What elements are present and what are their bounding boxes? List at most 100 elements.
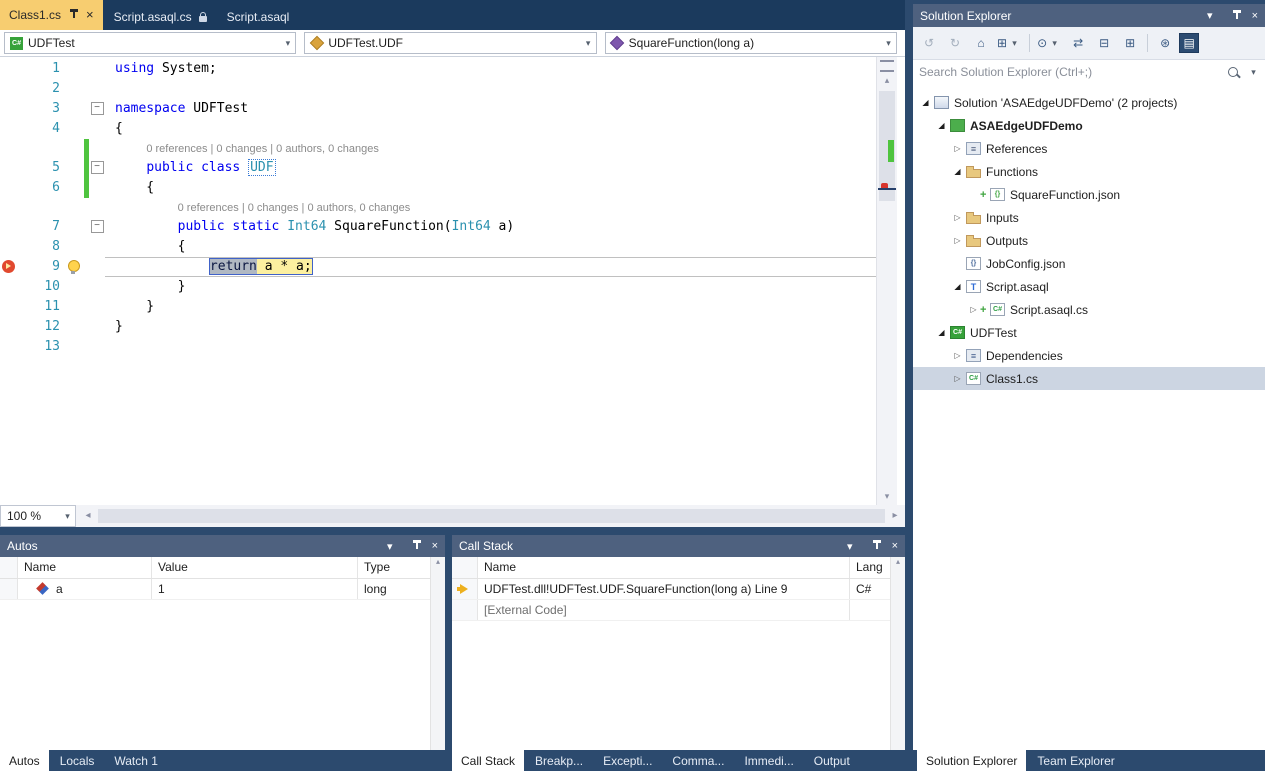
code-text[interactable]: } bbox=[105, 277, 877, 297]
pin-icon[interactable] bbox=[70, 9, 78, 21]
callstack-tab-output[interactable]: Output bbox=[805, 750, 859, 771]
column-header-name[interactable]: Name bbox=[18, 557, 152, 578]
breakpoint-margin[interactable] bbox=[0, 59, 18, 79]
scroll-up-arrow[interactable]: ▴ bbox=[896, 557, 900, 566]
dropdown-arrow-icon[interactable]: ▾ bbox=[1246, 67, 1261, 78]
collapsed-arrow-icon[interactable]: ▷ bbox=[951, 374, 964, 383]
code-text[interactable]: public static Int64 SquareFunction(Int64… bbox=[105, 217, 877, 237]
tab-script-asaql[interactable]: Script.asaql bbox=[218, 4, 299, 30]
project-dropdown[interactable]: C# UDFTest ▾ bbox=[4, 32, 296, 54]
pin-icon[interactable] bbox=[873, 540, 881, 552]
fold-collapse-icon[interactable]: − bbox=[91, 220, 104, 233]
properties-button[interactable]: ⊛ bbox=[1153, 33, 1177, 53]
solution-explorer-header[interactable]: Solution Explorer ▾ × bbox=[913, 4, 1265, 27]
close-icon[interactable]: × bbox=[892, 540, 898, 552]
fold-collapse-icon[interactable]: − bbox=[91, 161, 104, 174]
type-dropdown[interactable]: UDFTest.UDF ▾ bbox=[304, 32, 596, 54]
codelens-indicator[interactable]: 0 references | 0 changes | 0 authors, 0 … bbox=[178, 199, 411, 218]
breakpoint-margin[interactable] bbox=[0, 237, 18, 257]
callstack-frame[interactable]: [External Code] bbox=[452, 600, 905, 621]
autos-panel-header[interactable]: Autos ▾ × bbox=[0, 535, 445, 557]
codelens-indicator[interactable]: 0 references | 0 changes | 0 authors, 0 … bbox=[146, 140, 379, 159]
callstack-tab-call-stack[interactable]: Call Stack bbox=[452, 750, 524, 771]
code-text[interactable] bbox=[105, 337, 877, 357]
callstack-tab-breakp[interactable]: Breakp... bbox=[526, 750, 592, 771]
member-dropdown[interactable]: SquareFunction(long a) ▾ bbox=[605, 32, 897, 54]
close-icon[interactable]: × bbox=[432, 540, 438, 552]
breakpoint-margin[interactable] bbox=[0, 139, 18, 158]
collapse-all-button[interactable]: ⊟ bbox=[1092, 33, 1116, 53]
code-text[interactable]: public class UDF bbox=[105, 158, 877, 178]
tree-item-functions[interactable]: ◢Functions bbox=[913, 160, 1265, 183]
tree-item-udftest[interactable]: ◢C#UDFTest bbox=[913, 321, 1265, 344]
search-input[interactable] bbox=[917, 64, 1228, 80]
sync-with-active-document-button[interactable]: ⇄ bbox=[1066, 33, 1090, 53]
window-position-icon[interactable]: ▾ bbox=[387, 540, 393, 553]
dropdown-arrow-icon[interactable]: ▾ bbox=[881, 38, 896, 49]
explorer-tab-solution-explorer[interactable]: Solution Explorer bbox=[917, 750, 1026, 771]
tree-item-script-asaql-cs[interactable]: ▷+C#Script.asaql.cs bbox=[913, 298, 1265, 321]
code-text[interactable]: using System; bbox=[105, 59, 877, 79]
expanded-arrow-icon[interactable]: ◢ bbox=[951, 167, 964, 176]
collapsed-arrow-icon[interactable]: ▷ bbox=[951, 144, 964, 153]
code-text[interactable]: namespace UDFTest bbox=[105, 99, 877, 119]
tree-item-class1-cs[interactable]: ▷C#Class1.cs bbox=[913, 367, 1265, 390]
expanded-arrow-icon[interactable]: ◢ bbox=[951, 282, 964, 291]
fold-margin[interactable]: − bbox=[89, 99, 105, 119]
autos-tab-locals[interactable]: Locals bbox=[51, 750, 104, 771]
show-all-files-button[interactable]: ⊞ bbox=[1118, 33, 1142, 53]
code-text[interactable]: 0 references | 0 changes | 0 authors, 0 … bbox=[105, 139, 877, 158]
code-text[interactable]: } bbox=[105, 317, 877, 337]
breakpoint-margin[interactable] bbox=[0, 257, 18, 277]
lightbulb-icon[interactable] bbox=[68, 260, 80, 272]
breakpoint-margin[interactable] bbox=[0, 277, 18, 297]
search-icon[interactable] bbox=[1228, 67, 1238, 77]
callstack-scrollbar[interactable]: ▴ bbox=[890, 557, 905, 750]
editor-vertical-scrollbar[interactable]: ▴ ▾ bbox=[876, 57, 897, 505]
tree-item-dependencies[interactable]: ▷≡Dependencies bbox=[913, 344, 1265, 367]
preview-selected-items-button[interactable]: ▤ bbox=[1179, 33, 1199, 53]
dropdown-arrow-icon[interactable]: ▾ bbox=[581, 38, 596, 49]
fold-margin[interactable]: − bbox=[89, 217, 105, 237]
code-text[interactable]: return a * a; bbox=[105, 257, 877, 277]
breakpoint-margin[interactable] bbox=[0, 178, 18, 198]
breakpoint-margin[interactable] bbox=[0, 337, 18, 357]
home-button[interactable]: ⌂ bbox=[969, 33, 993, 53]
collapsed-arrow-icon[interactable]: ▷ bbox=[967, 305, 980, 314]
autos-scrollbar[interactable]: ▴ bbox=[430, 557, 445, 750]
expanded-arrow-icon[interactable]: ◢ bbox=[919, 98, 932, 107]
breakpoint-margin[interactable] bbox=[0, 198, 18, 217]
scroll-left-arrow[interactable]: ◂ bbox=[80, 505, 96, 527]
callstack-panel-header[interactable]: Call Stack ▾ × bbox=[452, 535, 905, 557]
breakpoint-margin[interactable] bbox=[0, 99, 18, 119]
tab-class1-cs[interactable]: Class1.cs × bbox=[0, 0, 103, 30]
autos-row-a[interactable]: a1long bbox=[0, 579, 445, 600]
scroll-up-arrow[interactable]: ▴ bbox=[877, 73, 897, 87]
forward-button[interactable]: ↻ bbox=[943, 33, 967, 53]
code-text[interactable]: { bbox=[105, 119, 877, 139]
tab-script-asaql-cs[interactable]: Script.asaql.cs bbox=[105, 4, 216, 30]
expanded-arrow-icon[interactable]: ◢ bbox=[935, 328, 948, 337]
collapsed-arrow-icon[interactable]: ▷ bbox=[951, 351, 964, 360]
column-header-value[interactable]: Value bbox=[152, 557, 358, 578]
breakpoint-margin[interactable] bbox=[0, 119, 18, 139]
scrollbar-splitter-grip[interactable] bbox=[880, 60, 894, 72]
breakpoint-margin[interactable] bbox=[0, 317, 18, 337]
pin-icon[interactable] bbox=[413, 540, 421, 552]
scroll-right-arrow[interactable]: ▸ bbox=[887, 505, 903, 527]
breakpoint-margin[interactable] bbox=[0, 79, 18, 99]
window-position-icon[interactable]: ▾ bbox=[847, 540, 853, 553]
column-header-name[interactable]: Name bbox=[478, 557, 850, 578]
tree-item-jobconfig-json[interactable]: {}JobConfig.json bbox=[913, 252, 1265, 275]
breakpoint-margin[interactable] bbox=[0, 297, 18, 317]
scroll-down-arrow[interactable]: ▾ bbox=[877, 489, 897, 503]
tree-item-outputs[interactable]: ▷Outputs bbox=[913, 229, 1265, 252]
pending-changes-filter-button[interactable]: ⊙▾ bbox=[1035, 33, 1064, 53]
close-icon[interactable]: × bbox=[1252, 10, 1258, 22]
dropdown-arrow-icon[interactable]: ▾ bbox=[280, 38, 295, 49]
autos-tab-autos[interactable]: Autos bbox=[0, 750, 49, 771]
zoom-dropdown[interactable]: 100 % ▾ bbox=[0, 505, 76, 527]
code-text[interactable]: { bbox=[105, 178, 877, 198]
dropdown-arrow-icon[interactable]: ▾ bbox=[60, 511, 75, 522]
collapsed-arrow-icon[interactable]: ▷ bbox=[951, 213, 964, 222]
